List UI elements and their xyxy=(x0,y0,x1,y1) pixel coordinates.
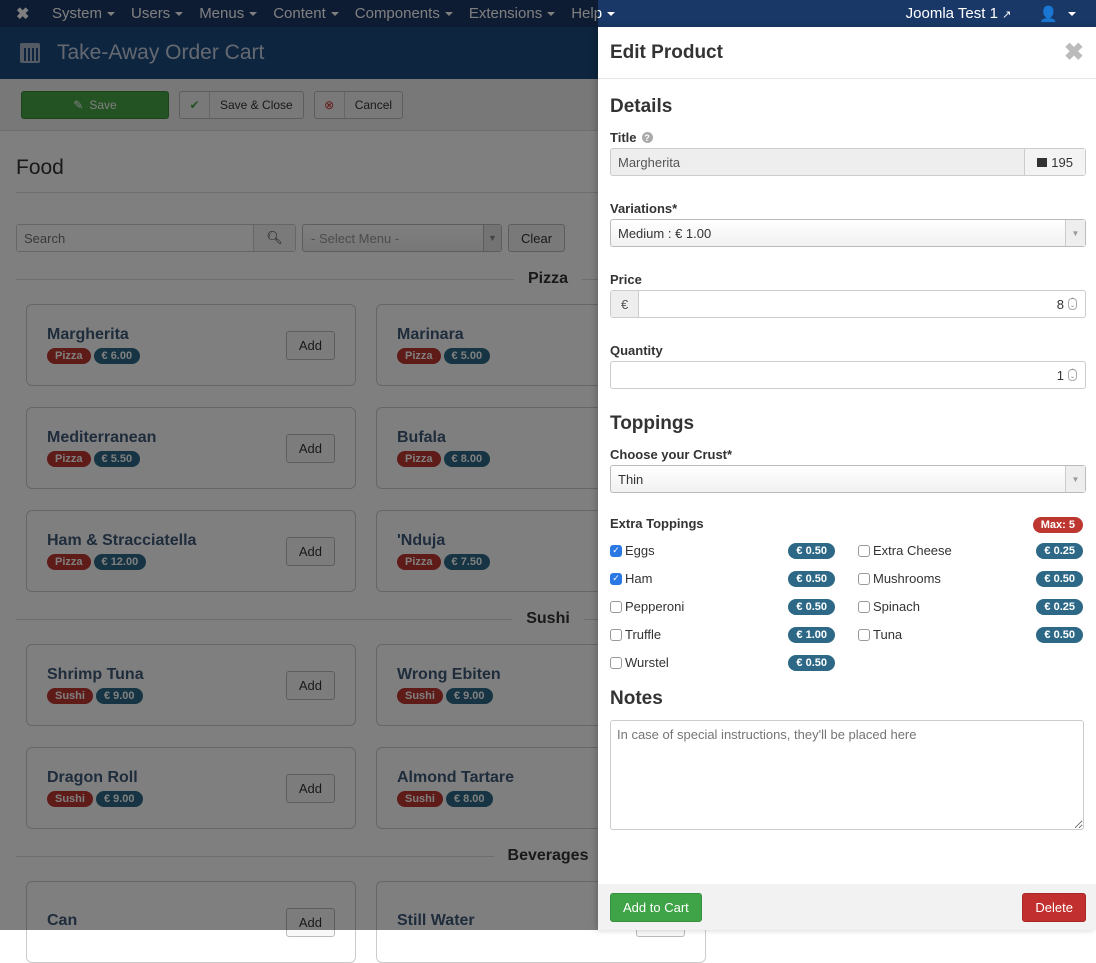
delete-button[interactable]: Delete xyxy=(1022,892,1086,922)
title-label: Title xyxy=(610,130,637,145)
topping-checkbox[interactable]: ✓ xyxy=(610,544,622,557)
topping-price-badge: € 0.25 xyxy=(1036,542,1083,559)
topping-price-badge: € 0.50 xyxy=(788,654,835,671)
topping-name: Ham xyxy=(625,571,653,586)
price-field[interactable]: €8 ⌃ ⌄ xyxy=(610,290,1086,318)
topping-item: Spinach € 0.25 xyxy=(858,597,1086,616)
archive-icon xyxy=(1037,157,1048,167)
help-icon[interactable]: ? xyxy=(641,132,653,143)
topping-name: Tuna xyxy=(873,627,903,642)
topping-checkbox[interactable] xyxy=(610,600,622,613)
topping-item: Truffle € 1.00 xyxy=(610,625,838,644)
topping-name: Spinach xyxy=(873,599,920,614)
add-to-cart-button[interactable]: Add to Cart xyxy=(610,892,702,922)
topping-name: Eggs xyxy=(625,543,655,558)
topping-checkbox[interactable] xyxy=(610,656,622,669)
title-field: Margherita 195 xyxy=(610,148,1086,176)
panel-title: Edit Product xyxy=(610,41,723,63)
topping-name: Wurstel xyxy=(625,655,669,670)
topping-name: Mushrooms xyxy=(873,571,941,586)
topping-item: ✓ Ham € 0.50 xyxy=(610,569,838,588)
topping-item: Extra Cheese € 0.25 xyxy=(858,541,1086,560)
toppings-heading: Toppings xyxy=(610,413,695,434)
variations-select[interactable]: Medium : € 1.00 ▼ xyxy=(610,219,1086,247)
stock-addon: 195 xyxy=(1024,149,1085,175)
quantity-label: Quantity xyxy=(610,343,663,358)
quantity-field[interactable]: 1 ⌃ ⌄ xyxy=(610,361,1086,389)
price-stepper[interactable]: ⌃ ⌄ xyxy=(1068,298,1077,310)
topping-name: Truffle xyxy=(625,627,662,642)
topping-checkbox[interactable] xyxy=(858,572,870,585)
topping-checkbox[interactable] xyxy=(858,628,870,641)
price-label: Price xyxy=(610,272,642,287)
topping-price-badge: € 0.50 xyxy=(1036,570,1083,587)
stock-count: 195 xyxy=(1051,154,1073,170)
topping-price-badge: € 0.50 xyxy=(1036,626,1083,643)
topping-checkbox[interactable]: ✓ xyxy=(610,572,622,585)
topping-name: Pepperoni xyxy=(625,599,685,614)
quantity-stepper[interactable]: ⌃ ⌄ xyxy=(1068,369,1077,381)
extra-toppings-label: Extra Toppings xyxy=(610,516,704,531)
crust-select[interactable]: Thin ▼ xyxy=(610,465,1086,493)
topping-item: Mushrooms € 0.50 xyxy=(858,569,1086,588)
topping-item: Tuna € 0.50 xyxy=(858,625,1086,644)
topping-checkbox[interactable] xyxy=(610,628,622,641)
edit-product-panel: Edit Product ✖ Details Title? Margherita… xyxy=(598,27,1096,930)
notes-textarea[interactable] xyxy=(610,720,1084,830)
modal-backdrop[interactable] xyxy=(0,0,598,930)
topping-price-badge: € 0.50 xyxy=(788,542,835,559)
details-heading: Details xyxy=(610,96,673,117)
chevron-down-icon xyxy=(1068,11,1076,16)
external-link-icon: ↗ xyxy=(1002,9,1012,21)
topping-price-badge: € 1.00 xyxy=(788,626,835,643)
max-badge: Max: 5 xyxy=(1032,517,1083,533)
crust-label: Choose your Crust* xyxy=(610,447,733,462)
topping-checkbox[interactable] xyxy=(858,544,870,557)
chevron-down-icon xyxy=(607,11,616,16)
topping-item: Pepperoni € 0.50 xyxy=(610,597,838,616)
topping-item: Wurstel € 0.50 xyxy=(610,653,838,672)
topping-checkbox[interactable] xyxy=(858,600,870,613)
close-icon[interactable]: ✖ xyxy=(1064,38,1084,67)
user-icon: 👤 xyxy=(1039,5,1058,23)
variations-label: Variations* xyxy=(610,201,678,216)
notes-heading: Notes xyxy=(610,688,663,709)
topping-price-badge: € 0.50 xyxy=(788,570,835,587)
topping-name: Extra Cheese xyxy=(873,543,952,558)
topping-item: ✓ Eggs € 0.50 xyxy=(610,541,838,560)
topping-price-badge: € 0.25 xyxy=(1036,598,1083,615)
chevron-down-icon: ▼ xyxy=(1065,466,1085,492)
chevron-down-icon: ▼ xyxy=(1065,220,1085,246)
site-link[interactable]: Joomla Test 1 ↗ xyxy=(892,5,1026,22)
user-menu[interactable]: 👤 xyxy=(1025,5,1096,23)
topping-price-badge: € 0.50 xyxy=(788,598,835,615)
title-value: Margherita xyxy=(618,154,681,170)
currency-addon: € xyxy=(611,291,640,317)
